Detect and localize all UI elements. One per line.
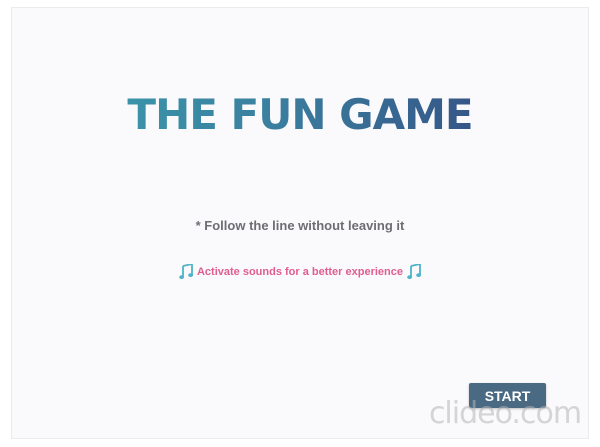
sound-hint: Activate sounds for a better experience: [12, 264, 588, 280]
music-note-icon: [407, 264, 421, 280]
watermark: clideo.com: [428, 396, 582, 431]
instruction-text: * Follow the line without leaving it: [195, 218, 405, 233]
game-title: THE FUN GAME: [12, 90, 588, 139]
sound-hint-text: Activate sounds for a better experience: [196, 266, 403, 278]
game-screen: THE FUN GAME * Follow the line without l…: [11, 7, 589, 439]
music-note-icon: [179, 264, 193, 280]
